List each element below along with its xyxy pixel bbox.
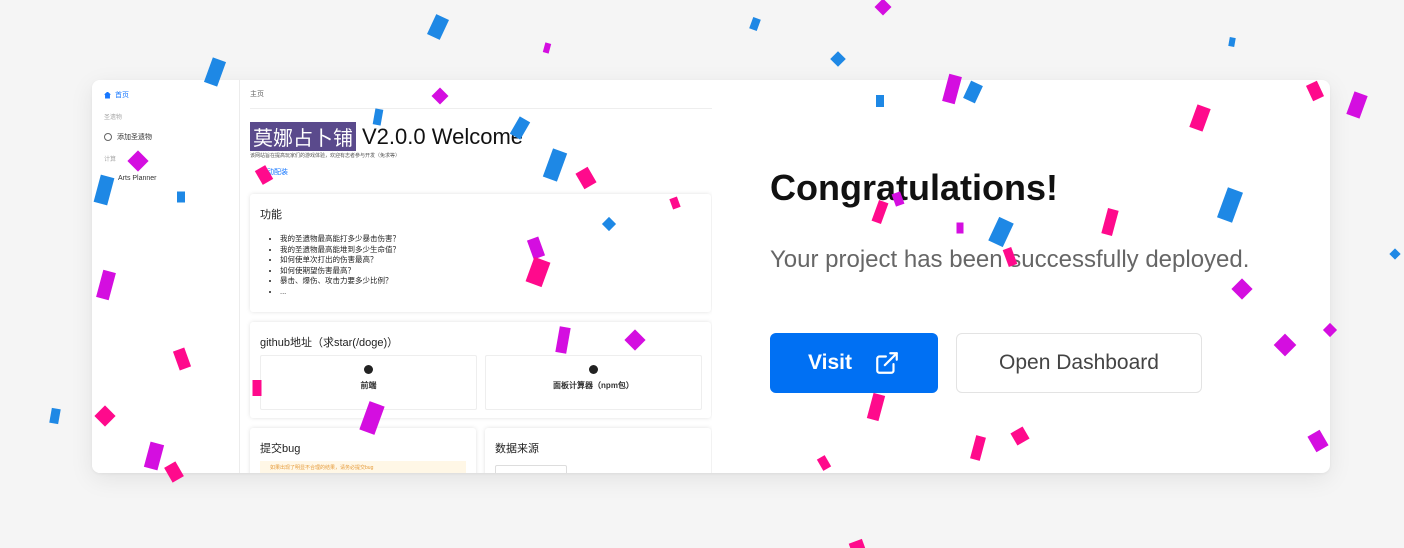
preview-data-title: 数据来源 (495, 443, 539, 455)
confetti-piece (49, 407, 61, 425)
confetti-piece (874, 0, 892, 16)
confetti-piece (848, 538, 866, 548)
preview-features-title: 功能 (260, 209, 282, 221)
preview-github-card: github地址（求star(/doge)） 前端 面板计算器（npm包） (250, 322, 711, 418)
preview-arts-planner: Arts Planner (118, 175, 157, 182)
confetti-piece (1228, 37, 1236, 47)
confetti-piece (1346, 91, 1368, 119)
preview-bug-warning: 如果出现了明显不合理的结果，请务必提交bug (260, 461, 466, 473)
preview-link: 自动配装 (260, 169, 288, 176)
deploy-message: Your project has been successfully deplo… (770, 246, 1250, 273)
preview-sidebar: 首页 圣遗物 添加圣遗物 计算 Arts Planner (92, 80, 240, 473)
preview-divider (250, 108, 712, 109)
visit-button-label: Visit (808, 351, 852, 374)
open-dashboard-label: Open Dashboard (999, 351, 1159, 374)
confetti-piece (830, 51, 846, 67)
home-icon (104, 91, 111, 99)
preview-title: 莫娜占卜铺 V2.0.0 Welcome (250, 122, 523, 151)
preview-home-label: 首页 (115, 92, 129, 99)
preview-frontend-label: 前端 (360, 381, 377, 390)
preview-main: 主页 莫娜占卜铺 V2.0.0 Welcome 该网站旨在提高玩家们的游戏体验，… (250, 80, 712, 473)
preview-data-card: 数据来源 (485, 428, 711, 473)
preview-title-highlight: 莫娜占卜铺 (250, 122, 356, 151)
preview-group-calc: 计算 (104, 157, 117, 163)
preview-add-artifact-label: 添加圣遗物 (117, 134, 152, 141)
preview-title-rest: V2.0.0 Welcome (362, 123, 524, 149)
confetti-piece (1389, 248, 1401, 260)
preview-calculator-label: 面板计算器（npm包） (553, 381, 634, 390)
github-icon (364, 365, 373, 374)
deployment-card: 首页 圣遗物 添加圣遗物 计算 Arts Planner 主页 莫娜占卜铺 V2… (92, 80, 1330, 473)
list-item: ... (280, 287, 400, 298)
preview-calculator-cell: 面板计算器（npm包） (485, 355, 702, 410)
preview-bug-card: 提交bug 如果出现了明显不合理的结果，请务必提交bug (250, 428, 476, 473)
preview-data-button (495, 465, 567, 473)
preview-sidebar-home: 首页 (104, 90, 129, 100)
open-dashboard-button[interactable]: Open Dashboard (956, 333, 1202, 393)
list-item: 如何使单次打出的伤害最高？ (280, 255, 400, 266)
congrats-heading: Congratulations! (770, 167, 1058, 208)
preview-features-card: 功能 我的圣遗物最高能打多少暴击伤害？ 我的圣遗物最高能堆到多少生命值？ 如何使… (250, 194, 711, 312)
github-icon (589, 365, 598, 374)
site-preview[interactable]: 首页 圣遗物 添加圣遗物 计算 Arts Planner 主页 莫娜占卜铺 V2… (92, 80, 712, 473)
preview-subtitle: 该网站旨在提高玩家们的游戏体验，欢迎有志者参与开发（免求等） (250, 153, 401, 159)
preview-features-list: 我的圣遗物最高能打多少暴击伤害？ 我的圣遗物最高能堆到多少生命值？ 如何使单次打… (270, 234, 400, 297)
preview-add-artifact: 添加圣遗物 (104, 132, 152, 142)
preview-group-artifacts: 圣遗物 (104, 115, 123, 121)
list-item: 我的圣遗物最高能堆到多少生命值？ (280, 245, 400, 256)
external-link-icon (876, 352, 898, 374)
plus-circle-icon (104, 133, 112, 141)
list-item: 我的圣遗物最高能打多少暴击伤害？ (280, 234, 400, 245)
preview-bug-title: 提交bug (260, 443, 301, 455)
confetti-piece (427, 14, 449, 40)
list-item: 暴击、爆伤、攻击力要多少比例？ (280, 276, 400, 287)
preview-github-title: github地址（求star(/doge)） (260, 337, 399, 349)
confetti-piece (542, 42, 552, 54)
preview-breadcrumb: 主页 (250, 91, 264, 98)
list-item: 如何使期望伤害最高？ (280, 266, 400, 277)
preview-frontend-cell: 前端 (260, 355, 477, 410)
confetti-piece (749, 16, 761, 32)
visit-button[interactable]: Visit (770, 333, 938, 393)
